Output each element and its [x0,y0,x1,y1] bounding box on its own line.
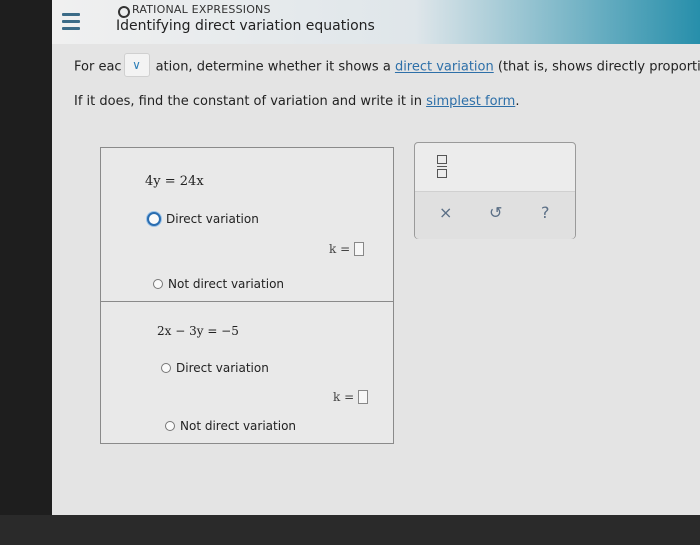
problem-divider [101,301,393,302]
instruction-text: . [515,94,520,109]
radio-button[interactable] [153,279,163,289]
radio-label: Direct variation [166,212,259,226]
radio-not-direct-variation-2[interactable]: Not direct variation [165,419,296,433]
clear-icon[interactable]: × [439,203,452,222]
k-input-1[interactable]: k = [329,242,365,256]
radio-label: Not direct variation [180,419,297,433]
radio-direct-variation-1[interactable]: Direct variation [147,212,259,226]
answer-box[interactable] [354,242,365,256]
direct-variation-link[interactable]: direct variation [395,60,494,75]
radio-button[interactable] [165,421,175,431]
instruction-text: For eac [74,59,122,75]
header-bar: RATIONAL EXPRESSIONS Identifying direct … [52,0,700,44]
math-toolbar: × ↺ ? [414,142,576,239]
help-icon[interactable]: ? [541,203,550,222]
device-frame-left [0,0,52,545]
equation-1: 4y = 24x [145,174,204,189]
page-title: Identifying direct variation equations [116,18,375,34]
equation-2: 2x − 3y = −5 [157,324,239,338]
undo-icon[interactable]: ↺ [489,203,502,222]
radio-button[interactable] [161,363,171,373]
radio-direct-variation-2[interactable]: Direct variation [161,361,269,375]
radio-button[interactable] [147,212,161,226]
topic-progress-icon [118,6,130,18]
instruction-line-1: For eac ∨ ation, determine whether it show… [74,53,700,79]
topic-label: RATIONAL EXPRESSIONS [132,3,271,16]
radio-label: Direct variation [176,361,269,375]
menu-icon[interactable] [62,13,80,30]
radio-not-direct-variation-1[interactable]: Not direct variation [153,277,284,291]
k-label: k = [329,242,351,256]
radio-label: Not direct variation [168,277,285,291]
collapse-dropdown-button[interactable]: ∨ [123,53,150,77]
instruction-text: If it does, find the constant of variati… [74,94,422,109]
device-frame-bottom [0,515,700,545]
answer-box[interactable] [358,390,369,404]
k-label: k = [333,390,355,404]
chevron-down-icon: ∨ [132,58,141,72]
instruction-line-2: If it does, find the constant of variati… [74,94,519,109]
app-screen: RATIONAL EXPRESSIONS Identifying direct … [52,0,700,515]
simplest-form-link[interactable]: simplest form [426,94,515,109]
answer-panel: 4y = 24x Direct variation k = Not direct… [100,147,394,444]
fraction-icon[interactable] [437,155,447,178]
instruction-text: (that is, shows directly proportio [497,59,700,75]
instruction-text: ation, determine whether it shows a [155,59,391,75]
k-input-2[interactable]: k = [333,390,369,404]
